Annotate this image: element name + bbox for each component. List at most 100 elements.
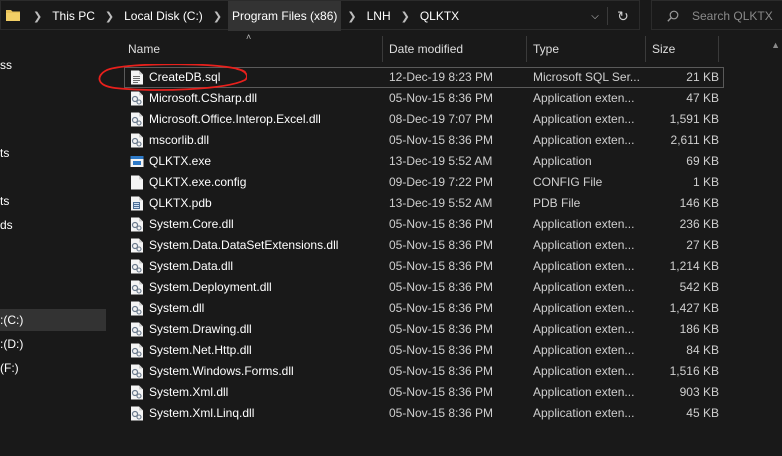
file-size: 542 KB: [679, 280, 719, 294]
nav-item-drive-f[interactable]: (F:): [0, 357, 106, 379]
dll-file-icon: [130, 91, 144, 106]
file-size: 1 KB: [692, 175, 719, 189]
file-row[interactable]: mscorlib.dll 05-Nov-15 8:36 PM Application…: [124, 130, 724, 151]
file-size: 1,516 KB: [669, 364, 719, 378]
file-name: Microsoft.Office.Interop.Excel.dll: [149, 112, 321, 126]
dll-file-icon: [130, 133, 144, 148]
file-type: Application exten...: [533, 280, 635, 294]
file-name: Microsoft.CSharp.dll: [149, 91, 258, 105]
file-row[interactable]: System.dll 05-Nov-15 8:36 PM Application e…: [124, 298, 724, 319]
column-divider[interactable]: [645, 36, 646, 62]
vertical-scrollbar[interactable]: ▲: [768, 40, 782, 456]
file-date-modified: 05-Nov-15 8:36 PM: [389, 385, 494, 399]
file-type: Application exten...: [533, 91, 635, 105]
file-size: 45 KB: [686, 406, 719, 420]
file-type: Microsoft SQL Ser...: [533, 70, 640, 84]
file-type: Application exten...: [533, 259, 635, 273]
refresh-button[interactable]: ↻: [607, 1, 635, 31]
file-size: 186 KB: [679, 322, 719, 336]
nav-item-drive-d[interactable]: :(D:): [0, 333, 106, 355]
file-row[interactable]: System.Windows.Forms.dll 05-Nov-15 8:36 P…: [124, 361, 724, 382]
column-divider[interactable]: [382, 36, 383, 62]
file-name: System.Core.dll: [149, 217, 234, 231]
nav-item[interactable]: ds: [0, 214, 106, 236]
dll-file-icon: [130, 364, 144, 379]
nav-item[interactable]: ts: [0, 190, 106, 212]
column-date-modified[interactable]: Date modified: [389, 36, 463, 62]
search-input[interactable]: Search QLKTX: [692, 1, 773, 31]
file-size: 146 KB: [679, 196, 719, 210]
file-name: mscorlib.dll: [149, 133, 210, 147]
file-date-modified: 05-Nov-15 8:36 PM: [389, 280, 494, 294]
file-row[interactable]: QLKTX.exe.config 09-Dec-19 7:22 PM CONFIG …: [124, 172, 724, 193]
file-name: System.Net.Http.dll: [149, 343, 252, 357]
dll-file-icon: [130, 343, 144, 358]
file-size: 2,611 KB: [670, 133, 719, 147]
nav-item[interactable]: ts: [0, 142, 106, 164]
file-name: System.Xml.dll: [149, 385, 229, 399]
file-date-modified: 05-Nov-15 8:36 PM: [389, 91, 494, 105]
breadcrumb-local-disk[interactable]: Local Disk (C:): [120, 1, 207, 31]
address-bar[interactable]: ❯ This PC ❯ Local Disk (C:) ❯ Program Fi…: [0, 0, 640, 31]
file-row[interactable]: System.Core.dll 05-Nov-15 8:36 PM Applicat…: [124, 214, 724, 235]
file-row[interactable]: System.Data.DataSetExtensions.dll 05-Nov-…: [124, 235, 724, 256]
file-type: Application exten...: [533, 133, 635, 147]
chevron-right-icon[interactable]: ❯: [27, 10, 48, 23]
file-name: System.Drawing.dll: [149, 322, 252, 336]
dll-file-icon: [130, 238, 144, 253]
chevron-right-icon[interactable]: ❯: [207, 10, 228, 23]
file-type: Application exten...: [533, 238, 635, 252]
search-box[interactable]: Search QLKTX: [651, 0, 782, 30]
file-type: Application exten...: [533, 385, 635, 399]
file-row[interactable]: CreateDB.sql 12-Dec-19 8:23 PM Microsoft S…: [124, 67, 724, 88]
file-size: 69 KB: [686, 154, 719, 168]
file-row[interactable]: System.Drawing.dll 05-Nov-15 8:36 PM Appli…: [124, 319, 724, 340]
chevron-right-icon[interactable]: ❯: [99, 10, 120, 23]
file-size: 1,214 KB: [669, 259, 719, 273]
file-type: PDB File: [533, 196, 581, 210]
breadcrumb-program-files[interactable]: Program Files (x86): [228, 1, 342, 31]
file-name: System.Xml.Linq.dll: [149, 406, 255, 420]
file-size: 84 KB: [686, 343, 719, 357]
file-row[interactable]: Microsoft.Office.Interop.Excel.dll 08-Dec…: [124, 109, 724, 130]
file-row[interactable]: System.Xml.dll 05-Nov-15 8:36 PM Applicati…: [124, 382, 724, 403]
scroll-up-icon[interactable]: ▲: [771, 40, 780, 50]
dll-file-icon: [130, 217, 144, 232]
chevron-right-icon[interactable]: ❯: [395, 10, 416, 23]
file-date-modified: 09-Dec-19 7:22 PM: [389, 175, 494, 189]
nav-item[interactable]: ss: [0, 54, 106, 76]
file-date-modified: 12-Dec-19 8:23 PM: [389, 70, 494, 84]
file-name: System.Deployment.dll: [149, 280, 272, 294]
breadcrumb-qlktx[interactable]: QLKTX: [416, 1, 463, 31]
chevron-down-icon: ⌵: [591, 10, 599, 22]
column-type[interactable]: Type: [533, 36, 559, 62]
file-type: Application exten...: [533, 406, 635, 420]
file-row[interactable]: Microsoft.CSharp.dll 05-Nov-15 8:36 PM App…: [124, 88, 724, 109]
config-file-icon: [130, 175, 144, 190]
file-name: QLKTX.pdb: [149, 196, 212, 210]
file-row[interactable]: System.Data.dll 05-Nov-15 8:36 PM Applicat…: [124, 256, 724, 277]
dll-file-icon: [130, 322, 144, 337]
file-row[interactable]: System.Deployment.dll 05-Nov-15 8:36 PM Ap…: [124, 277, 724, 298]
breadcrumb-this-pc[interactable]: This PC: [48, 1, 99, 31]
file-row[interactable]: QLKTX.exe 13-Dec-19 5:52 AM Application 69 …: [124, 151, 724, 172]
file-row[interactable]: QLKTX.pdb 13-Dec-19 5:52 AM PDB File 146 KB: [124, 193, 724, 214]
navigation-pane: ss ts ts ds :(C:) :(D:) (F:): [0, 34, 110, 456]
nav-item-local-disk-c[interactable]: :(C:): [0, 309, 106, 331]
breadcrumb-lnh[interactable]: LNH: [363, 1, 395, 31]
file-name: CreateDB.sql: [149, 70, 221, 84]
column-divider[interactable]: [718, 36, 719, 62]
search-icon: [667, 10, 679, 22]
file-date-modified: 13-Dec-19 5:52 AM: [389, 196, 493, 210]
file-row[interactable]: System.Xml.Linq.dll 05-Nov-15 8:36 PM Appl…: [124, 403, 724, 424]
file-row[interactable]: System.Net.Http.dll 05-Nov-15 8:36 PM Appl…: [124, 340, 724, 361]
column-divider[interactable]: [526, 36, 527, 62]
chevron-right-icon[interactable]: ❯: [341, 10, 362, 23]
dll-file-icon: [130, 385, 144, 400]
column-name[interactable]: Name: [128, 36, 160, 62]
address-history-button[interactable]: ⌵: [583, 1, 607, 31]
column-size[interactable]: Size: [652, 36, 675, 62]
file-date-modified: 05-Nov-15 8:36 PM: [389, 301, 494, 315]
file-date-modified: 05-Nov-15 8:36 PM: [389, 133, 494, 147]
breadcrumb: ❯ This PC ❯ Local Disk (C:) ❯ Program Fi…: [27, 1, 463, 31]
